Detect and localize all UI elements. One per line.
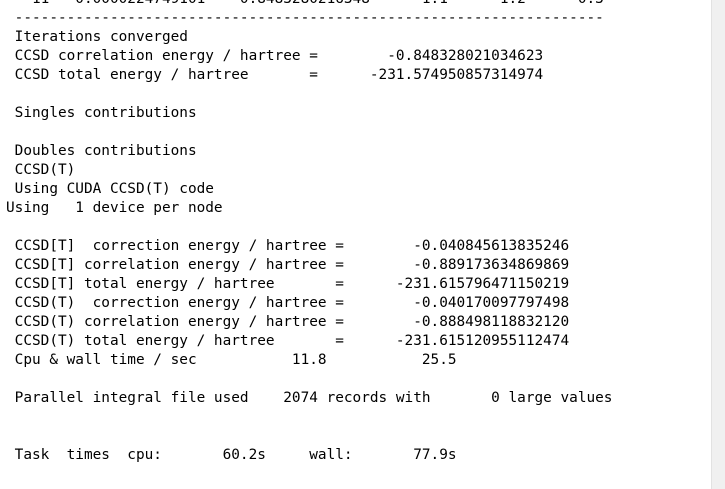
terminal-line: CCSD total energy / hartree = -231.57495… [6,67,544,83]
terminal-line: CCSD(T) [6,162,76,178]
terminal-output[interactable]: 11 0.0000224749101 -0.8483280216348 1.1 … [0,0,711,489]
terminal-line: Using CUDA CCSD(T) code [6,181,214,197]
terminal-line: Singles contributions [6,105,197,121]
terminal-line: Iterations converged [6,29,188,45]
terminal-line: CCSD[T] correction energy / hartree = -0… [6,238,570,254]
vertical-scrollbar[interactable] [711,0,725,489]
terminal-line: CCSD correlation energy / hartree = -0.8… [6,48,544,64]
terminal-line: CCSD(T) correlation energy / hartree = -… [6,314,570,330]
terminal-line: CCSD[T] correlation energy / hartree = -… [6,257,570,273]
terminal-line: CCSD[T] total energy / hartree = -231.61… [6,276,570,292]
terminal-line: Doubles contributions [6,143,197,159]
terminal-line: Task times cpu: 60.2s wall: 77.9s [6,447,457,463]
terminal-line: ----------------------------------------… [6,10,604,26]
terminal-line: Parallel integral file used 2074 records… [6,390,613,406]
terminal-line: CCSD(T) correction energy / hartree = -0… [6,295,570,311]
terminal-line: CCSD(T) total energy / hartree = -231.61… [6,333,570,349]
terminal-line: Cpu & wall time / sec 11.8 25.5 [6,352,457,368]
terminal-line: 11 0.0000224749101 -0.8483280216348 1.1 … [6,0,612,9]
terminal-text: 11 0.0000224749101 -0.8483280216348 1.1 … [6,0,612,484]
terminal-line: Using 1 device per node [6,200,223,216]
